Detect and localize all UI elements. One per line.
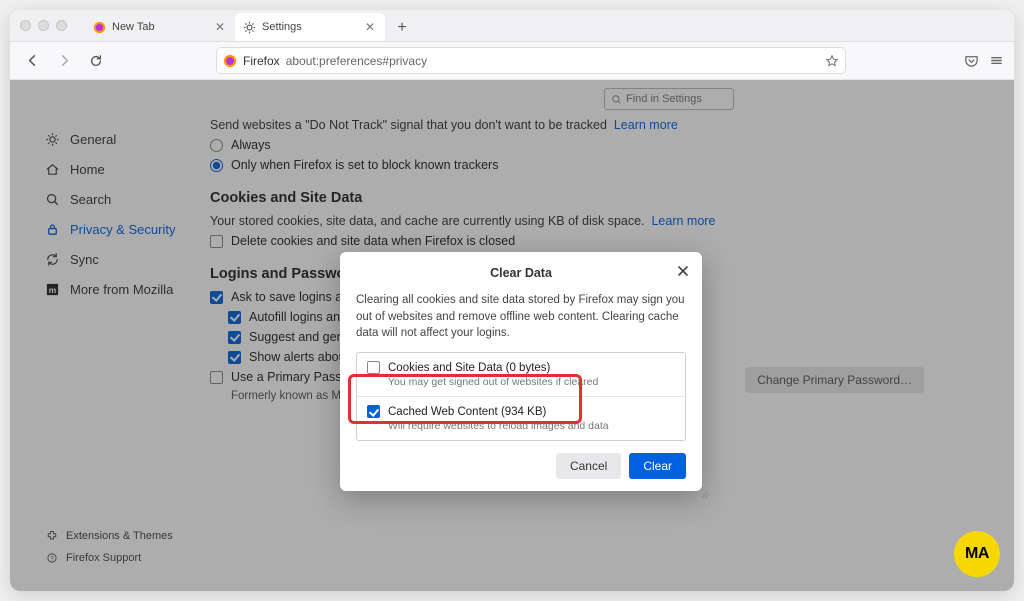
firefox-icon <box>93 21 106 34</box>
address-bar[interactable]: Firefox about:preferences#privacy <box>216 47 846 74</box>
toolbar-right <box>964 53 1004 68</box>
tab-strip: New Tab ✕ Settings ✕ + <box>85 10 415 41</box>
close-tab-icon[interactable]: ✕ <box>363 20 377 34</box>
close-dialog-button[interactable] <box>674 262 692 280</box>
dialog-description: Clearing all cookies and site data store… <box>356 292 686 342</box>
ma-watermark: MA <box>954 531 1000 577</box>
gear-icon <box>243 21 256 34</box>
tab-settings[interactable]: Settings ✕ <box>235 13 385 41</box>
toolbar: Firefox about:preferences#privacy <box>10 42 1014 80</box>
back-button[interactable] <box>20 49 44 73</box>
titlebar: New Tab ✕ Settings ✕ + <box>10 10 1014 42</box>
minimize-window-icon[interactable] <box>38 20 49 31</box>
dialog-title: Clear Data <box>356 266 686 280</box>
cancel-button[interactable]: Cancel <box>556 453 621 479</box>
reload-button[interactable] <box>84 49 108 73</box>
checkbox-icon <box>367 405 380 418</box>
firefox-icon <box>223 54 237 68</box>
tab-label: Settings <box>262 21 302 33</box>
bookmark-star-icon[interactable] <box>825 54 839 68</box>
option-sublabel: Will require websites to reload images a… <box>388 420 675 432</box>
clear-data-dialog: Clear Data Clearing all cookies and site… <box>340 252 702 491</box>
app-menu-icon[interactable] <box>989 53 1004 68</box>
window-controls <box>20 20 67 31</box>
tab-new-tab[interactable]: New Tab ✕ <box>85 13 235 41</box>
preferences-page: Find in Settings General Home Search Pri… <box>10 80 1014 591</box>
url-identity: Firefox <box>243 54 280 68</box>
checkbox-icon <box>367 361 380 374</box>
new-tab-button[interactable]: + <box>389 15 415 41</box>
save-pocket-icon[interactable] <box>964 53 979 68</box>
cached-content-option[interactable]: Cached Web Content (934 KB) Will require… <box>357 396 685 440</box>
close-window-icon[interactable] <box>20 20 31 31</box>
tab-label: New Tab <box>112 21 155 33</box>
cookies-option[interactable]: Cookies and Site Data (0 bytes) You may … <box>357 353 685 396</box>
forward-button[interactable] <box>52 49 76 73</box>
option-label: Cached Web Content (934 KB) <box>388 406 546 418</box>
url-path: about:preferences#privacy <box>286 54 427 68</box>
close-tab-icon[interactable]: ✕ <box>213 20 227 34</box>
option-sublabel: You may get signed out of websites if cl… <box>388 376 675 388</box>
option-label: Cookies and Site Data (0 bytes) <box>388 362 550 374</box>
browser-window: New Tab ✕ Settings ✕ + <box>10 10 1014 591</box>
dialog-buttons: Cancel Clear <box>356 453 686 479</box>
zoom-window-icon[interactable] <box>56 20 67 31</box>
clear-button[interactable]: Clear <box>629 453 686 479</box>
dialog-options-group: Cookies and Site Data (0 bytes) You may … <box>356 352 686 441</box>
resize-handle-icon[interactable] <box>698 487 710 499</box>
